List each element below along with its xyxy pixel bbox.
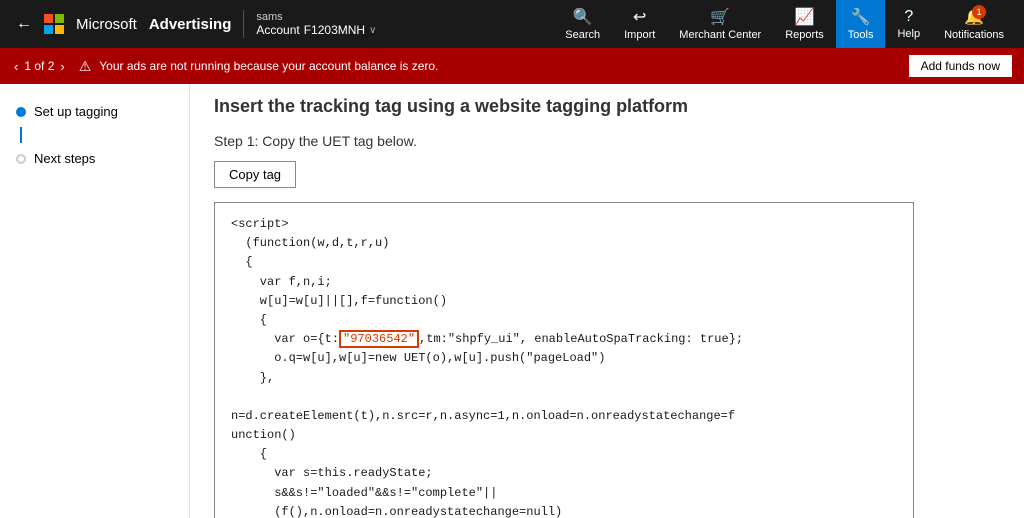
warning-next-button[interactable]: › <box>58 59 66 74</box>
search-nav-button[interactable]: 🔍 Search <box>553 0 612 48</box>
code-line: var s=this.readyState; <box>231 464 897 483</box>
sidebar-label-next-steps: Next steps <box>34 151 95 166</box>
account-row[interactable]: Account F1203MNH ∨ <box>256 23 376 37</box>
account-label: Account <box>256 23 299 37</box>
top-nav: ← Microsoft Advertising sams Account F12… <box>0 0 1024 48</box>
code-line: o.q=w[u],w[u]=new UET(o),w[u].push("page… <box>231 349 897 368</box>
warning-message: Your ads are not running because your ac… <box>99 59 900 73</box>
ms-logo: Microsoft Advertising <box>44 14 231 34</box>
reports-label: Reports <box>785 29 824 41</box>
step-label: Step 1: Copy the UET tag below. <box>214 133 1000 149</box>
code-line: (function(w,d,t,r,u) <box>231 234 897 253</box>
sidebar: Set up tagging Next steps <box>0 84 190 518</box>
code-line: <script> <box>231 215 897 234</box>
back-button[interactable]: ← <box>8 15 40 33</box>
nav-divider <box>243 10 244 38</box>
sidebar-line <box>20 127 22 143</box>
account-id: F1203MNH <box>304 23 365 37</box>
add-funds-button[interactable]: Add funds now <box>909 55 1012 77</box>
help-button[interactable]: ? Help <box>885 0 932 48</box>
code-line: unction() <box>231 426 897 445</box>
nav-actions: 🔍 Search ↩ Import 🛒 Merchant Center 📈 Re… <box>553 0 1016 48</box>
tools-button[interactable]: 🔧 Tools <box>836 0 886 48</box>
code-line: s&&s!="loaded"&&s!="complete"|| <box>231 484 897 503</box>
warning-prev-button[interactable]: ‹ <box>12 59 20 74</box>
search-label: Search <box>565 29 600 41</box>
import-button[interactable]: ↩ Import <box>612 0 667 48</box>
code-line: var f,n,i; <box>231 273 897 292</box>
brand-advertising: Advertising <box>149 16 232 33</box>
sidebar-dot-empty <box>16 154 26 164</box>
copy-tag-button[interactable]: Copy tag <box>214 161 296 188</box>
sidebar-item-set-up-tagging[interactable]: Set up tagging <box>0 96 189 127</box>
warning-bar: ‹ 1 of 2 › ⚠ Your ads are not running be… <box>0 48 1024 84</box>
code-line: { <box>231 253 897 272</box>
code-line: }, <box>231 369 897 388</box>
code-line <box>231 388 897 407</box>
notifications-label: Notifications <box>944 29 1004 41</box>
sidebar-item-next-steps[interactable]: Next steps <box>0 143 189 174</box>
sidebar-label-set-up-tagging: Set up tagging <box>34 104 118 119</box>
warning-counter: 1 of 2 <box>24 59 54 73</box>
brand-microsoft: Microsoft <box>76 16 137 33</box>
help-label: Help <box>897 28 920 40</box>
merchant-center-button[interactable]: 🛒 Merchant Center <box>667 0 773 48</box>
merchant-label: Merchant Center <box>679 29 761 41</box>
merchant-icon: 🛒 <box>710 7 730 27</box>
warning-icon: ⚠ <box>79 58 92 75</box>
code-line: w[u]=w[u]||[],f=function() <box>231 292 897 311</box>
reports-button[interactable]: 📈 Reports <box>773 0 836 48</box>
page-title: Insert the tracking tag using a website … <box>214 96 1000 117</box>
notification-icon-wrap: 🔔 1 <box>964 7 984 27</box>
code-box: <script> (function(w,d,t,r,u) { var f,n,… <box>214 202 914 518</box>
reports-icon: 📈 <box>795 7 815 27</box>
import-icon: ↩ <box>633 7 646 27</box>
tools-label: Tools <box>848 29 874 41</box>
code-line: n=d.createElement(t),n.src=r,n.async=1,n… <box>231 407 897 426</box>
highlighted-value: "97036542" <box>339 330 419 348</box>
notification-badge: 1 <box>972 5 986 19</box>
code-line: (f(),n.onload=n.onreadystatechange=null) <box>231 503 897 518</box>
main-content: Insert the tracking tag using a website … <box>190 84 1024 518</box>
ms-grid-icon <box>44 14 64 34</box>
sidebar-dot-filled <box>16 107 26 117</box>
code-line: { <box>231 311 897 330</box>
tools-icon: 🔧 <box>851 7 871 27</box>
account-info: sams Account F1203MNH ∨ <box>256 11 376 37</box>
search-icon: 🔍 <box>573 7 593 27</box>
main-layout: Set up tagging Next steps Insert the tra… <box>0 84 1024 518</box>
username: sams <box>256 11 376 23</box>
notifications-button[interactable]: 🔔 1 Notifications <box>932 0 1016 48</box>
code-line: { <box>231 445 897 464</box>
import-label: Import <box>624 29 655 41</box>
help-icon: ? <box>904 8 913 26</box>
code-line-highlight: var o={t:"97036542",tm:"shpfy_ui", enabl… <box>231 330 897 349</box>
warning-nav: ‹ 1 of 2 › <box>12 59 67 74</box>
account-chevron-icon: ∨ <box>369 25 376 36</box>
